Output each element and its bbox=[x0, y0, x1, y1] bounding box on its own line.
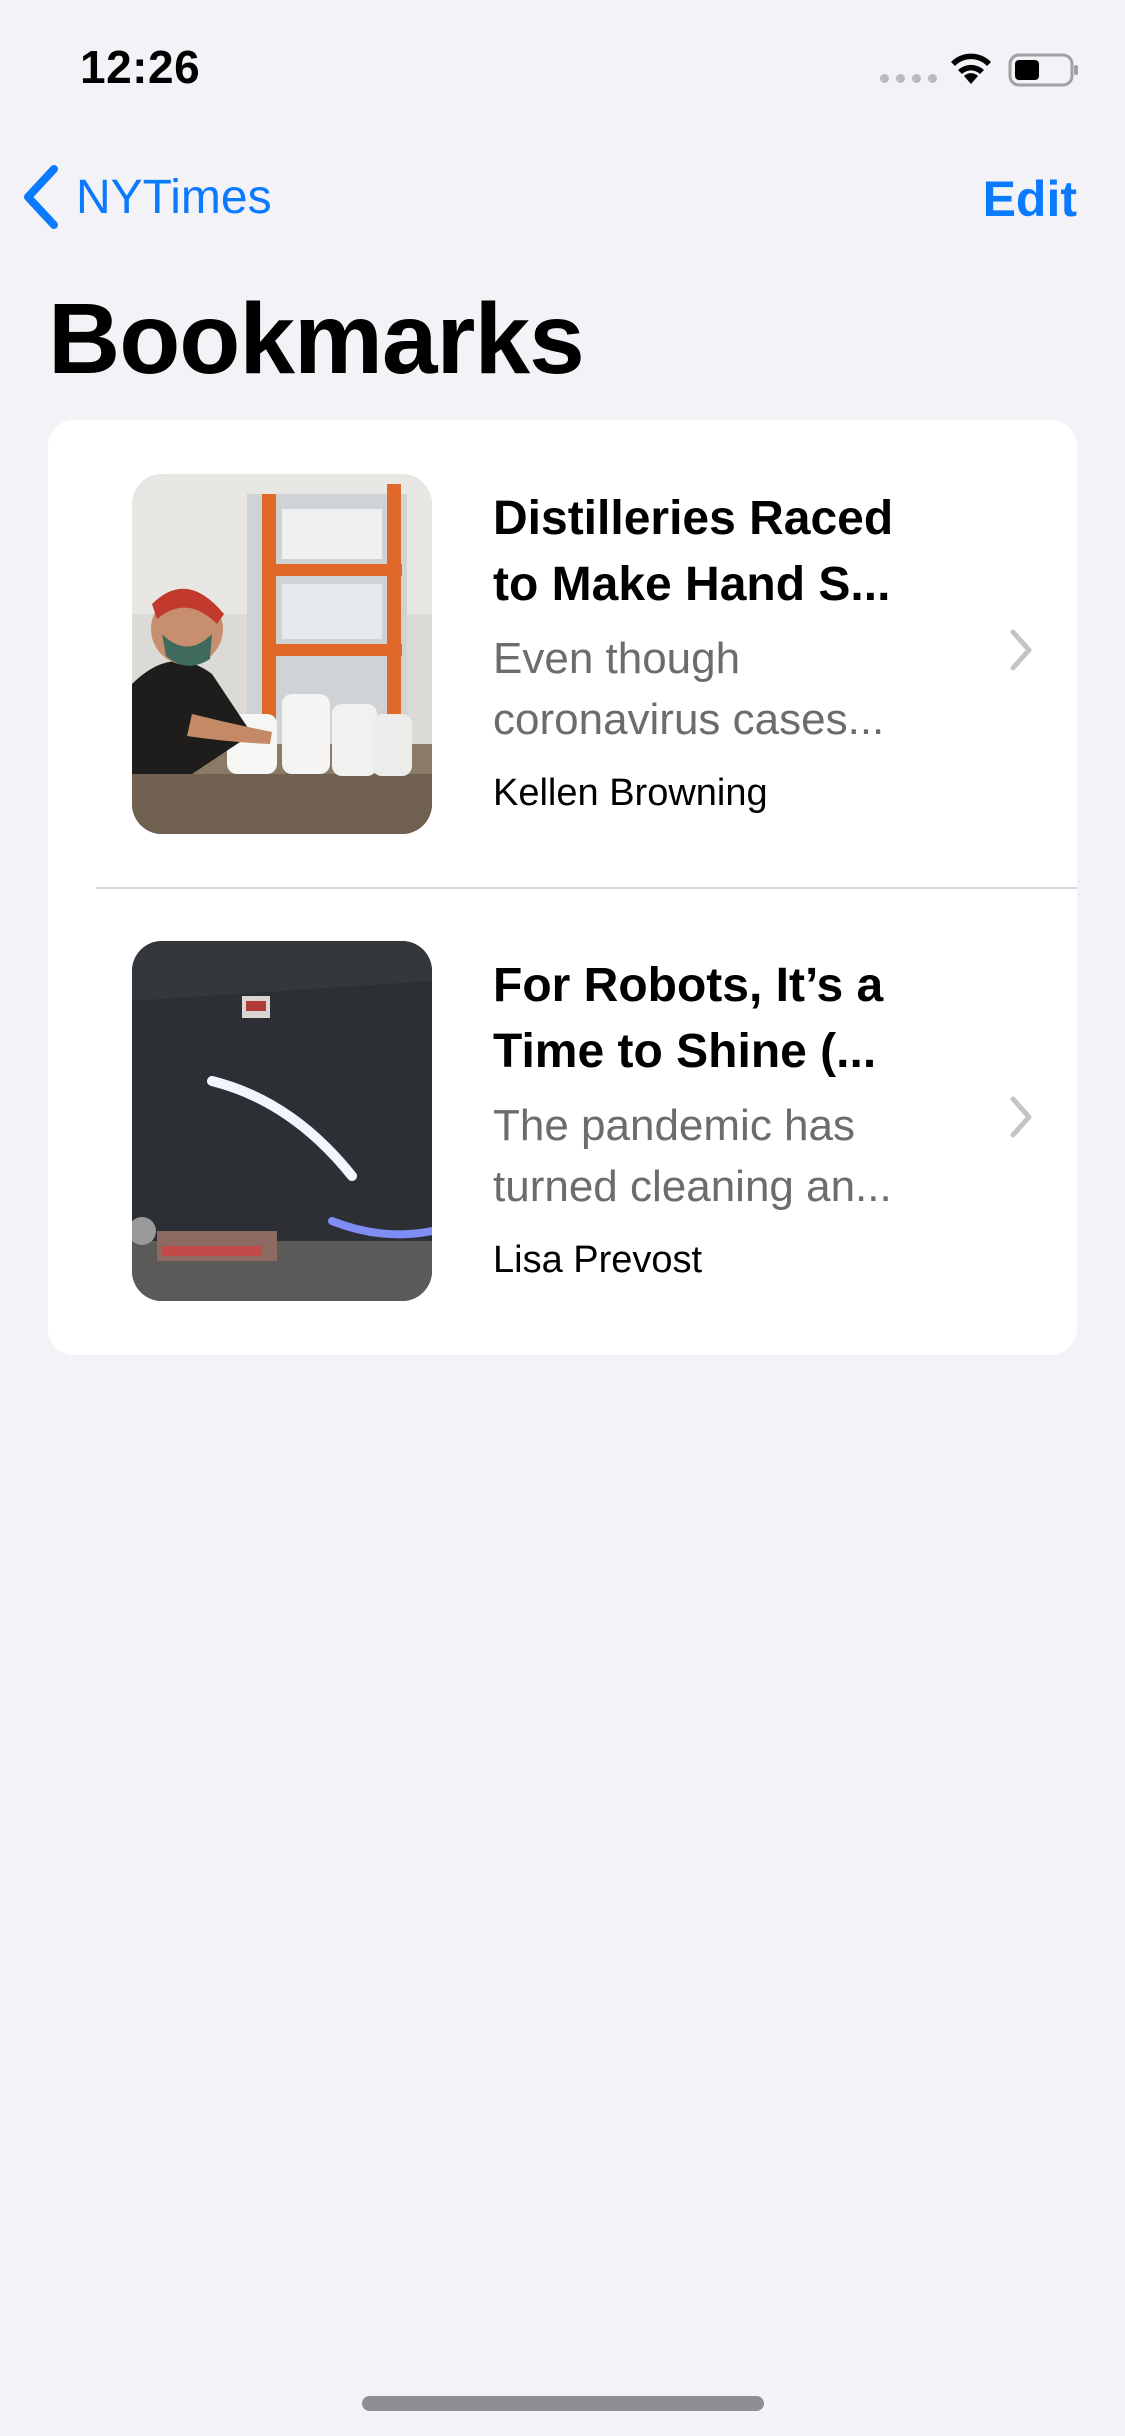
wifi-icon bbox=[948, 50, 994, 91]
bookmarks-list: Distilleries Raced to Make Hand S... Eve… bbox=[48, 420, 1077, 1355]
cellular-signal-icon bbox=[880, 74, 937, 83]
chevron-left-icon bbox=[24, 165, 58, 229]
home-indicator[interactable] bbox=[362, 2396, 764, 2411]
article-thumbnail bbox=[132, 941, 432, 1301]
article-summary: The pandemic has turned cleaning an... bbox=[493, 1101, 892, 1211]
article-author: Lisa Prevost bbox=[493, 1239, 703, 1281]
page-title: Bookmarks bbox=[48, 283, 585, 395]
article-author: Kellen Browning bbox=[493, 772, 768, 814]
back-button[interactable]: NYTimes bbox=[22, 162, 272, 232]
article-thumbnail bbox=[132, 474, 432, 834]
chevron-right-icon bbox=[1009, 1095, 1033, 1144]
bookmark-row[interactable]: For Robots, It’s a Time to Shine (... Th… bbox=[48, 887, 1077, 1354]
status-time: 12:26 bbox=[80, 41, 201, 93]
back-button-label: NYTimes bbox=[76, 170, 272, 224]
battery-icon bbox=[1008, 52, 1080, 93]
bookmark-row[interactable]: Distilleries Raced to Make Hand S... Eve… bbox=[48, 420, 1077, 887]
article-title: For Robots, It’s a Time to Shine (... bbox=[493, 959, 884, 1078]
chevron-right-icon bbox=[1009, 628, 1033, 677]
article-summary: Even though coronavirus cases... bbox=[493, 634, 885, 744]
status-bar: 12:26 bbox=[0, 0, 1125, 140]
article-title: Distilleries Raced to Make Hand S... bbox=[493, 492, 894, 611]
edit-button[interactable]: Edit bbox=[983, 170, 1077, 228]
